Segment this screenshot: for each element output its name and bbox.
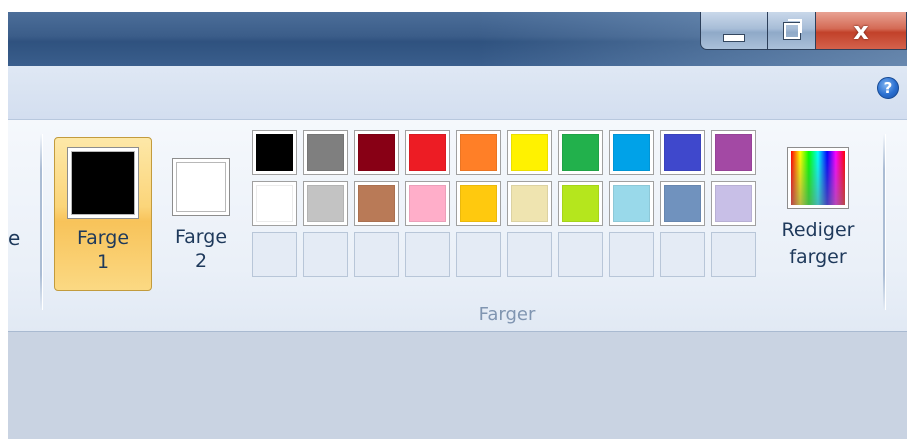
- color1-button[interactable]: Farge 1: [54, 137, 152, 291]
- palette-color-swatch[interactable]: [711, 181, 756, 226]
- group-separator: [40, 134, 42, 310]
- palette-color-swatch[interactable]: [252, 181, 297, 226]
- palette-color-swatch[interactable]: [660, 181, 705, 226]
- ribbon-panel: e Farge 1 Farge 2 Rediger farger Farger: [8, 120, 907, 332]
- palette-color-swatch[interactable]: [252, 130, 297, 175]
- rainbow-icon: [787, 147, 849, 209]
- help-button[interactable]: ?: [877, 77, 899, 99]
- close-icon: x: [853, 16, 869, 45]
- close-button[interactable]: x: [816, 12, 907, 50]
- edit-colors-label-line2: farger: [789, 246, 847, 268]
- palette-color-swatch[interactable]: [405, 181, 450, 226]
- ribbon-tab-strip: ?: [8, 66, 907, 120]
- color2-button[interactable]: Farge 2: [160, 137, 242, 291]
- palette-custom-slot[interactable]: [609, 232, 654, 277]
- palette-color-swatch[interactable]: [354, 181, 399, 226]
- canvas-background: [8, 332, 907, 439]
- palette-custom-slot[interactable]: [303, 232, 348, 277]
- palette-color-swatch[interactable]: [507, 181, 552, 226]
- palette-color-swatch[interactable]: [303, 130, 348, 175]
- group-separator: [883, 134, 885, 310]
- palette-custom-slot[interactable]: [252, 232, 297, 277]
- palette-color-swatch[interactable]: [609, 181, 654, 226]
- caption-buttons: x: [700, 12, 907, 52]
- edit-colors-button[interactable]: Rediger farger: [768, 137, 868, 297]
- palette-custom-slot[interactable]: [558, 232, 603, 277]
- paint-window: x ? e Farge 1 Farge 2 Rediger farger Far…: [8, 12, 907, 439]
- color2-label-line2: 2: [194, 250, 208, 272]
- palette-custom-slot[interactable]: [711, 232, 756, 277]
- title-bar: x: [8, 12, 907, 66]
- restore-icon: [783, 18, 802, 39]
- palette-color-swatch[interactable]: [711, 130, 756, 175]
- palette-color-swatch[interactable]: [558, 130, 603, 175]
- palette-color-swatch[interactable]: [660, 130, 705, 175]
- palette-color-swatch[interactable]: [507, 130, 552, 175]
- previous-group-label-fragment: e: [8, 226, 21, 250]
- palette-color-swatch[interactable]: [609, 130, 654, 175]
- color1-label-line1: Farge: [76, 227, 130, 249]
- color1-label-line2: 1: [96, 251, 110, 273]
- colors-group-label: Farger: [478, 304, 536, 325]
- palette-color-swatch[interactable]: [303, 181, 348, 226]
- palette-color-swatch[interactable]: [405, 130, 450, 175]
- palette-custom-slot[interactable]: [507, 232, 552, 277]
- minimize-button[interactable]: [700, 12, 768, 50]
- palette-color-swatch[interactable]: [456, 181, 501, 226]
- restore-button[interactable]: [768, 12, 816, 50]
- palette-color-swatch[interactable]: [354, 130, 399, 175]
- color1-swatch: [67, 147, 139, 219]
- palette-custom-slot[interactable]: [354, 232, 399, 277]
- palette-color-swatch[interactable]: [558, 181, 603, 226]
- palette-custom-slot[interactable]: [660, 232, 705, 277]
- palette-custom-slot[interactable]: [456, 232, 501, 277]
- minimize-icon: [723, 33, 745, 42]
- color2-swatch: [172, 158, 230, 216]
- color2-label-line1: Farge: [174, 226, 228, 248]
- help-icon: ?: [883, 79, 893, 97]
- palette-custom-slot[interactable]: [405, 232, 450, 277]
- edit-colors-label-line1: Rediger: [781, 219, 855, 241]
- palette-color-swatch[interactable]: [456, 130, 501, 175]
